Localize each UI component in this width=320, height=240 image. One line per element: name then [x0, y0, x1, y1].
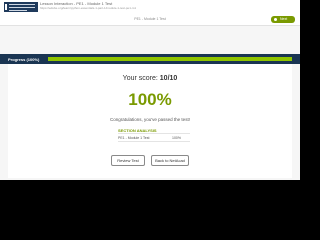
breadcrumb[interactable]: PE1 - Module 1 Test	[120, 17, 180, 21]
analysis-row-value: 100%	[172, 136, 181, 140]
score-percent: 100%	[128, 90, 172, 109]
progress-fill	[48, 57, 292, 61]
analysis-row-name: PE1 - Module 1 Test	[118, 136, 150, 140]
score-line: Your score: 10/10	[8, 75, 292, 82]
progress-track	[48, 57, 292, 61]
title-bar: Lesson Interaction - PE1 - Module 1 Test…	[0, 0, 300, 13]
next-icon	[274, 18, 277, 21]
result-card: Your score: 10/10 100% Congratulations, …	[8, 64, 292, 178]
python-institute-logo[interactable]	[4, 2, 38, 12]
progress-bar: Progress (100%)	[0, 54, 300, 64]
next-button[interactable]: Next	[271, 16, 295, 23]
app-screen: Lesson Interaction - PE1 - Module 1 Test…	[0, 0, 300, 180]
progress-label: Progress (100%)	[8, 57, 40, 62]
video-frame: Lesson Interaction - PE1 - Module 1 Test…	[0, 0, 300, 225]
score-value: 10/10	[159, 75, 178, 82]
section-analysis-title: SECTION ANALYSIS	[118, 127, 190, 134]
back-to-netacad-button[interactable]: Back to NetAcad	[151, 155, 189, 166]
lesson-navbar: PE1 - Module 1 Test Next	[0, 13, 300, 26]
review-test-button[interactable]: Review Test	[111, 155, 145, 166]
score-label: Your score:	[122, 75, 158, 82]
analysis-row: PE1 - Module 1 Test 100%	[118, 134, 190, 142]
section-analysis: SECTION ANALYSIS PE1 - Module 1 Test 100…	[118, 127, 190, 142]
next-label: Next	[280, 17, 288, 21]
page-url: https://edube.org/learn/python-essential…	[40, 6, 137, 10]
congrats-message: Congratulations, you've passed the test!	[110, 117, 190, 122]
